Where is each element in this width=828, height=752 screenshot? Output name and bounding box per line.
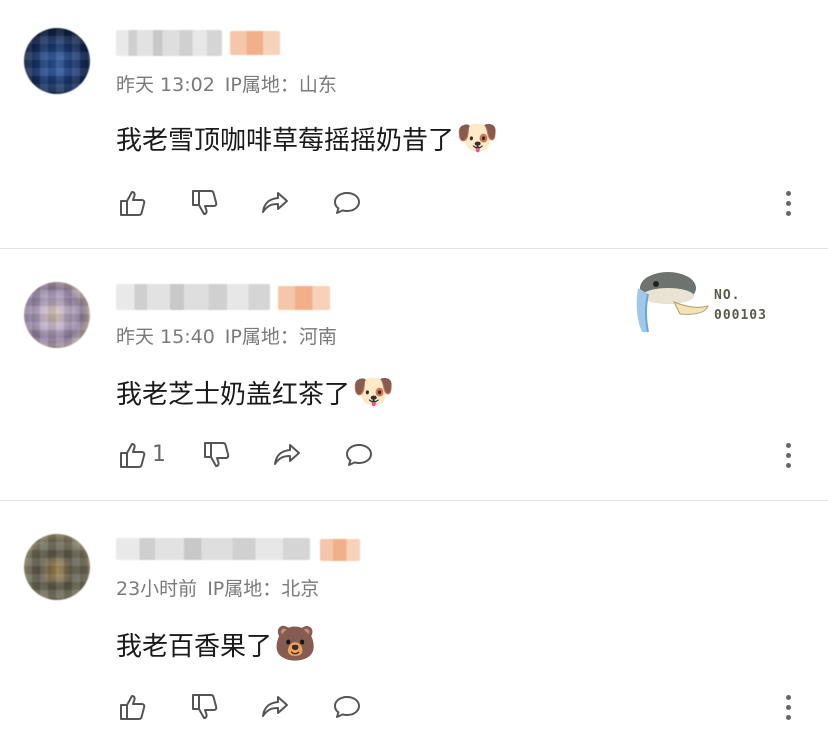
thumbs-up-icon xyxy=(120,695,146,720)
comment-icon xyxy=(346,444,372,466)
username-blurred[interactable] xyxy=(116,284,270,310)
bear-emoji-icon: 🐻 xyxy=(274,624,317,664)
like-count: 1 xyxy=(152,442,166,467)
comment-time: 23小时前 xyxy=(116,578,198,600)
share-icon xyxy=(262,192,288,213)
more-dot xyxy=(785,210,791,216)
more-options-button[interactable] xyxy=(778,186,798,220)
more-dot xyxy=(785,714,791,720)
more-vertical-icon xyxy=(785,190,791,196)
username-blurred[interactable] xyxy=(116,30,222,56)
comment-text-body: 我老芝士奶盖红茶了 xyxy=(116,379,351,410)
divider xyxy=(0,248,828,249)
more-options-button[interactable] xyxy=(778,690,798,724)
share-button[interactable] xyxy=(270,438,304,472)
user-badge-blurred xyxy=(230,31,280,55)
more-dot xyxy=(785,704,791,710)
dog-emoji-icon: 🐶 xyxy=(352,372,395,412)
thumbs-down-icon xyxy=(204,442,230,467)
comment-time: 昨天 13:02 xyxy=(116,74,215,96)
dog-emoji-icon: 🐶 xyxy=(456,118,499,158)
dislike-button[interactable] xyxy=(188,186,222,220)
dislike-button[interactable] xyxy=(188,690,222,724)
like-button[interactable] xyxy=(116,186,150,220)
comment-meta: 昨天 13:02 IP属地：山东 xyxy=(116,70,347,97)
ip-location: IP属地：北京 xyxy=(207,578,320,600)
share-icon xyxy=(274,444,300,465)
more-dot xyxy=(785,462,791,468)
thumbs-down-icon xyxy=(192,694,218,719)
share-icon xyxy=(262,696,288,717)
thumbs-down-icon xyxy=(192,190,218,215)
share-button[interactable] xyxy=(258,186,292,220)
reply-button[interactable] xyxy=(330,690,364,724)
divider xyxy=(0,500,828,501)
sticker-label-no: NO. xyxy=(714,288,741,303)
comment-text: 我老百香果了 🐻 xyxy=(116,624,317,664)
avatar[interactable] xyxy=(24,534,90,600)
sticker-label-number: 000103 xyxy=(714,308,767,323)
comment-meta: 23小时前 IP属地：北京 xyxy=(116,574,329,601)
dislike-button[interactable] xyxy=(200,438,234,472)
comment-actions xyxy=(116,186,364,220)
more-dot xyxy=(785,452,791,458)
thumbs-up-icon xyxy=(120,443,146,468)
user-badge-blurred xyxy=(278,286,330,310)
ip-location: IP属地：山东 xyxy=(224,74,337,96)
like-button[interactable] xyxy=(116,690,150,724)
comment-text: 我老雪顶咖啡草莓摇摇奶昔了 🐶 xyxy=(116,118,499,158)
user-badge-blurred xyxy=(320,539,360,561)
comment-time: 昨天 15:40 xyxy=(116,326,215,348)
ip-location: IP属地：河南 xyxy=(224,326,337,348)
avatar[interactable] xyxy=(24,282,90,348)
like-button[interactable] xyxy=(116,438,150,472)
username-blurred[interactable] xyxy=(116,538,310,560)
more-vertical-icon xyxy=(785,694,791,700)
more-dot xyxy=(785,200,791,206)
whale-sticker-icon xyxy=(636,272,709,333)
fan-badge-sticker: NO. 000103 xyxy=(634,266,784,336)
comment-actions: 1 xyxy=(116,438,376,472)
reply-button[interactable] xyxy=(342,438,376,472)
thumbs-up-icon xyxy=(120,191,146,216)
comment-actions xyxy=(116,690,364,724)
comment-meta: 昨天 15:40 IP属地：河南 xyxy=(116,322,347,349)
comment-text-body: 我老雪顶咖啡草莓摇摇奶昔了 xyxy=(116,125,455,156)
comment-icon xyxy=(334,696,360,718)
share-button[interactable] xyxy=(258,690,292,724)
comment-text-body: 我老百香果了 xyxy=(116,631,273,662)
comment-icon xyxy=(334,192,360,214)
avatar[interactable] xyxy=(24,28,90,94)
comment-text: 我老芝士奶盖红茶了 🐶 xyxy=(116,372,395,412)
more-vertical-icon xyxy=(785,442,791,448)
reply-button[interactable] xyxy=(330,186,364,220)
more-options-button[interactable] xyxy=(778,438,798,472)
